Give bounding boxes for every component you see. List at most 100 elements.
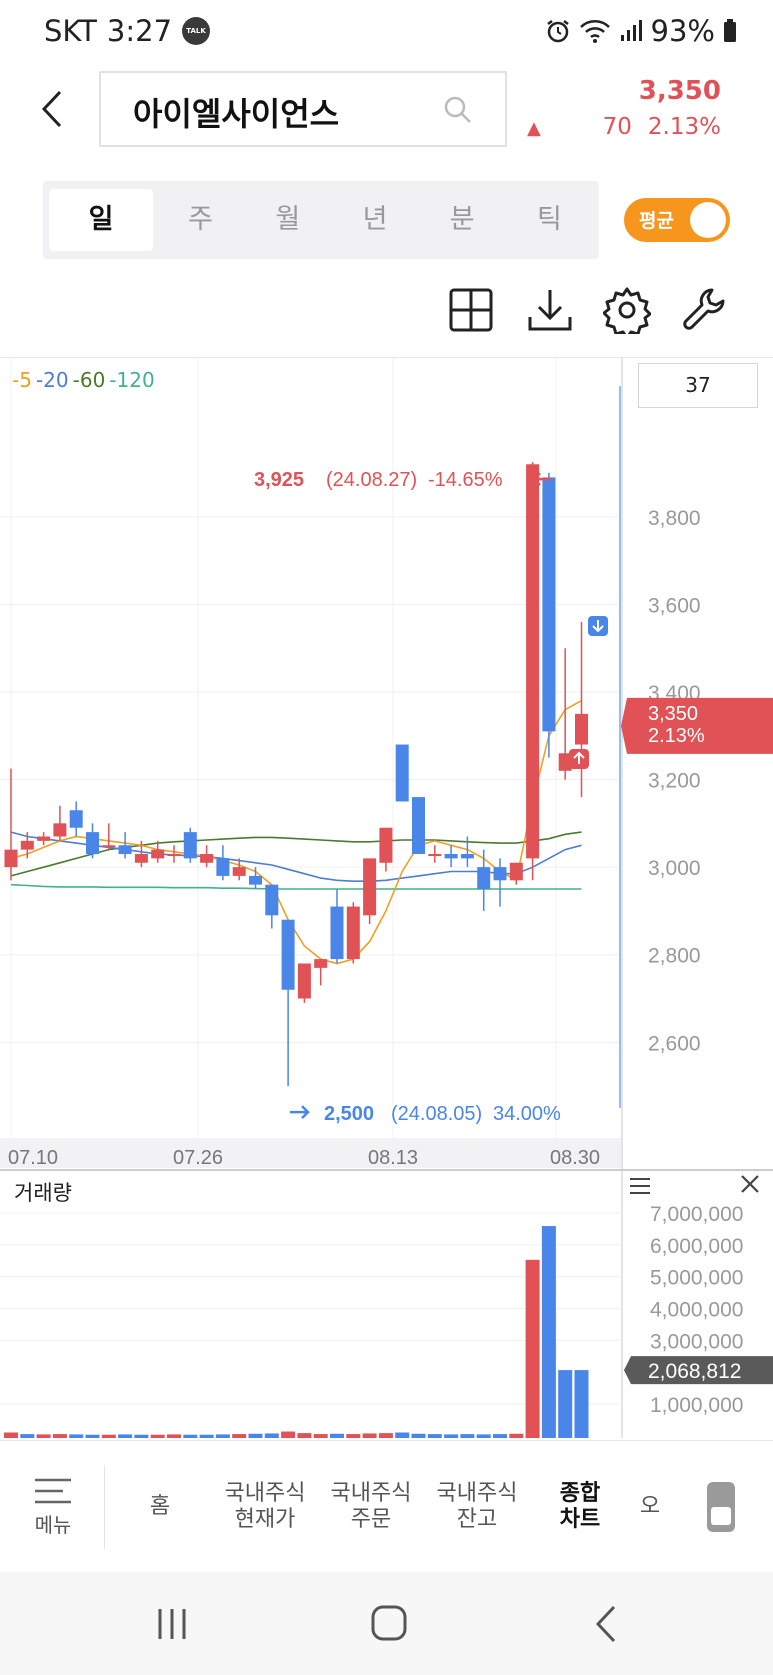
talk-notification-icon: TALK bbox=[182, 17, 211, 45]
candle-body bbox=[281, 919, 295, 990]
hamburger-menu-icon bbox=[35, 1478, 71, 1504]
settings-button[interactable] bbox=[599, 282, 655, 338]
volume-bar bbox=[281, 1431, 296, 1438]
volume-bar bbox=[476, 1434, 491, 1438]
volume-bar bbox=[20, 1434, 35, 1438]
chart-area[interactable]: 3,800 3,600 3,400 3,200 3,000 2,800 2,600 07.10… bbox=[0, 358, 773, 1438]
candle-body bbox=[232, 867, 246, 876]
volume-bar bbox=[493, 1434, 507, 1438]
candle-count-input[interactable]: 37 bbox=[638, 363, 758, 408]
candle-body bbox=[395, 744, 409, 802]
price-block: 3,350 bbox=[639, 76, 721, 106]
volume-bar bbox=[232, 1434, 247, 1438]
stock-search-box[interactable]: 아이엘사이언스 bbox=[99, 71, 507, 147]
tools-button[interactable] bbox=[677, 282, 733, 338]
volume-bar bbox=[150, 1434, 165, 1438]
volume-bar bbox=[199, 1434, 214, 1438]
grid-icon bbox=[449, 288, 493, 332]
x-tick-label: 07.10 bbox=[8, 1147, 58, 1169]
volume-bar bbox=[264, 1433, 279, 1438]
volume-bar bbox=[52, 1434, 67, 1438]
system-nav-bar bbox=[0, 1572, 773, 1675]
candle-body bbox=[542, 477, 556, 732]
volume-bar bbox=[330, 1433, 344, 1438]
volume-bar bbox=[411, 1433, 426, 1438]
y-tick-label: 3,200 bbox=[648, 770, 701, 793]
volume-bar bbox=[427, 1434, 442, 1438]
low-pct-label: 34.00% bbox=[493, 1103, 561, 1125]
candle-body bbox=[346, 906, 360, 960]
tab-tick[interactable]: 틱 bbox=[506, 189, 593, 251]
wifi-icon bbox=[579, 20, 610, 43]
arrow-right-icon bbox=[290, 1105, 310, 1119]
candle-body bbox=[151, 849, 165, 859]
layout-grid-button[interactable] bbox=[443, 282, 499, 338]
candle-body bbox=[249, 875, 262, 885]
nav-domestic-order[interactable]: 국내주식 주문 bbox=[318, 1441, 424, 1573]
candle-body bbox=[444, 854, 458, 859]
battery-icon bbox=[724, 19, 736, 42]
candle-body bbox=[37, 836, 51, 841]
home-icon[interactable] bbox=[370, 1604, 408, 1642]
tab-month[interactable]: 월 bbox=[244, 189, 331, 251]
candle-body bbox=[86, 832, 99, 855]
volume-bar bbox=[574, 1370, 589, 1438]
toggle-knob bbox=[690, 202, 726, 238]
tab-year[interactable]: 년 bbox=[331, 189, 418, 251]
back-button[interactable] bbox=[30, 84, 74, 134]
candle-body bbox=[4, 849, 18, 868]
nav-more[interactable]: 오 bbox=[630, 1441, 670, 1573]
volume-bar bbox=[101, 1434, 116, 1438]
nav-menu-label: 메뉴 bbox=[34, 1513, 72, 1537]
current-price-tag-pct: 2.13% bbox=[648, 725, 705, 747]
change-amount: 70 bbox=[602, 114, 632, 140]
nav-phone-button[interactable] bbox=[706, 1481, 736, 1537]
price-change: 70 2.13% bbox=[603, 114, 721, 140]
nav-menu[interactable]: 메뉴 bbox=[18, 1441, 88, 1573]
recent-apps-icon[interactable] bbox=[154, 1606, 190, 1642]
volume-tick-label: 3,000,000 bbox=[650, 1330, 743, 1353]
volume-bar bbox=[395, 1432, 410, 1438]
candle-body bbox=[134, 854, 148, 863]
volume-bar bbox=[215, 1434, 230, 1438]
chevron-left-icon bbox=[41, 90, 62, 128]
volume-bar bbox=[558, 1370, 573, 1438]
volume-tick-label: 5,000,000 bbox=[650, 1267, 743, 1290]
candle-body bbox=[20, 840, 34, 850]
tab-day[interactable]: 일 bbox=[49, 189, 153, 251]
x-tick-label: 07.26 bbox=[173, 1147, 223, 1169]
y-tick-label: 3,600 bbox=[648, 594, 701, 617]
volume-bar bbox=[460, 1434, 475, 1438]
candle-body bbox=[412, 797, 425, 855]
close-icon bbox=[741, 1175, 759, 1193]
nav-chart[interactable]: 종합 차트 bbox=[530, 1441, 630, 1573]
tab-minute[interactable]: 분 bbox=[419, 189, 506, 251]
volume-bar bbox=[167, 1434, 181, 1438]
y-tick-label: 2,800 bbox=[648, 945, 701, 968]
nav-domestic-balance[interactable]: 국내주식 잔고 bbox=[424, 1441, 530, 1573]
volume-bar bbox=[541, 1226, 556, 1438]
back-nav-icon[interactable] bbox=[594, 1604, 618, 1644]
menu-icon bbox=[630, 1178, 650, 1194]
candle-body bbox=[167, 854, 181, 857]
volume-bar bbox=[362, 1433, 377, 1438]
volume-bar bbox=[509, 1433, 524, 1438]
price-chart-svg[interactable]: 3,8003,6003,4003,2003,0002,8002,60007.10… bbox=[0, 358, 773, 1438]
candle-body bbox=[265, 884, 279, 916]
status-left: SKT 3:27 TALK bbox=[44, 14, 211, 48]
nav-domestic-quote[interactable]: 국내주식 현재가 bbox=[212, 1441, 318, 1573]
download-button[interactable] bbox=[522, 282, 578, 338]
current-volume-label: 2,068,812 bbox=[648, 1360, 741, 1383]
period-tabs: 일 주 월 년 분 틱 bbox=[43, 181, 599, 259]
average-toggle[interactable]: 평균 bbox=[624, 198, 730, 242]
current-price: 3,350 bbox=[638, 76, 721, 106]
tab-week[interactable]: 주 bbox=[157, 189, 244, 251]
clock-label: 3:27 bbox=[106, 14, 173, 48]
candle-body bbox=[314, 959, 328, 968]
search-icon[interactable] bbox=[443, 95, 473, 125]
current-price-tag-price: 3,350 bbox=[648, 703, 698, 725]
moving-average-line-ma5 bbox=[10, 699, 582, 965]
x-axis-band bbox=[0, 1138, 622, 1168]
ma-legend-20: -20 bbox=[35, 368, 69, 392]
nav-home[interactable]: 홈 bbox=[110, 1441, 210, 1573]
